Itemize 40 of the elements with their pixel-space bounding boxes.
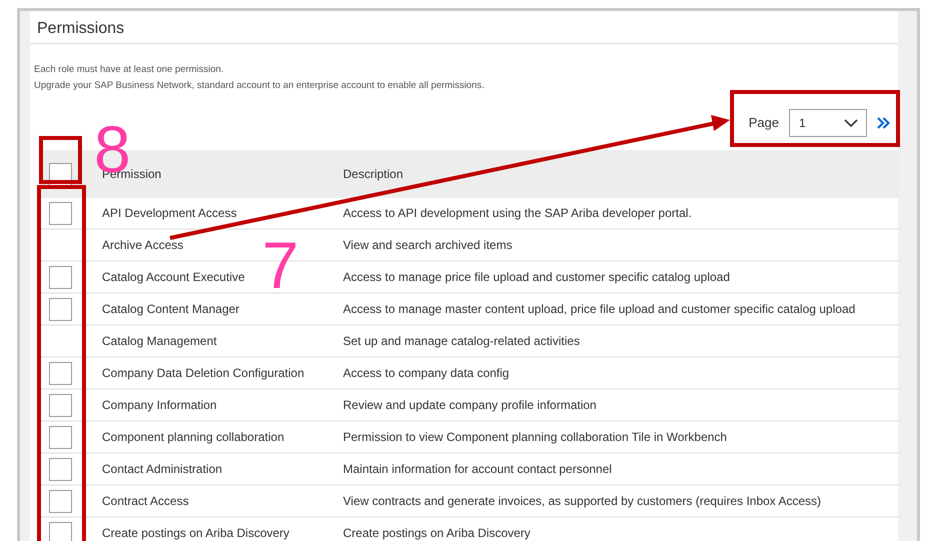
note-text: Upgrade your SAP Business Network, standard account to an enterprise account to enable all permissions. [33,79,486,93]
double-chevron-right-icon[interactable] [877,117,890,129]
permission-name: Catalog Content Manager [102,302,240,316]
section-title: Permissions [30,19,898,44]
permission-name: Company Data Deletion Configuration [102,366,304,380]
permission-description: Access to manage master content upload, price file upload and customer specific catalog upload [343,302,856,316]
checkbox[interactable] [49,490,72,512]
page-select[interactable]: 1 [789,109,867,137]
checkbox[interactable] [49,298,72,320]
checkbox[interactable] [49,458,72,480]
permission-name: Create postings on Ariba Discovery [102,526,290,540]
permission-description: View contracts and generate invoices, as supported by customers (requires Inbox Access) [343,494,822,508]
checkbox[interactable] [49,522,72,541]
permission-name: Catalog Management [102,334,217,348]
permission-name: Catalog Account Executive [102,270,245,284]
column-header: Description [343,167,404,181]
permission-name: API Development Access [102,206,237,220]
permission-description: View and search archived items [343,238,512,252]
permission-name: Contract Access [102,494,189,508]
checkbox[interactable] [49,266,72,288]
chevron-down-icon [844,118,858,128]
permission-description: Set up and manage catalog-related activities [343,334,580,348]
permission-description: Review and update company profile information [343,398,596,412]
permission-description: Access to API development using the SAP Ariba developer portal. [343,206,692,220]
permission-name: Component planning collaboration [102,430,284,444]
permission-description: Access to manage price file upload and customer specific catalog upload [343,270,730,284]
permission-description: Access to company data config [343,366,510,380]
callout-number: 7 [262,232,299,298]
permission-description: Create postings on Ariba Discovery [343,526,530,540]
permission-description: Permission to view Component planning collaboration Tile in Workbench [343,430,727,444]
permission-name: Contact Administration [102,462,222,476]
permission-name: Archive Access [102,238,184,252]
note-text: Each role must have at least one permission. [33,63,225,77]
permission-name: Company Information [102,398,217,412]
checkbox[interactable] [49,394,72,416]
page-label: Page [748,114,779,132]
checkbox[interactable] [49,426,72,448]
checkbox[interactable] [49,362,72,384]
checkbox[interactable] [49,202,72,224]
permission-description: Maintain information for account contact personnel [343,462,612,476]
